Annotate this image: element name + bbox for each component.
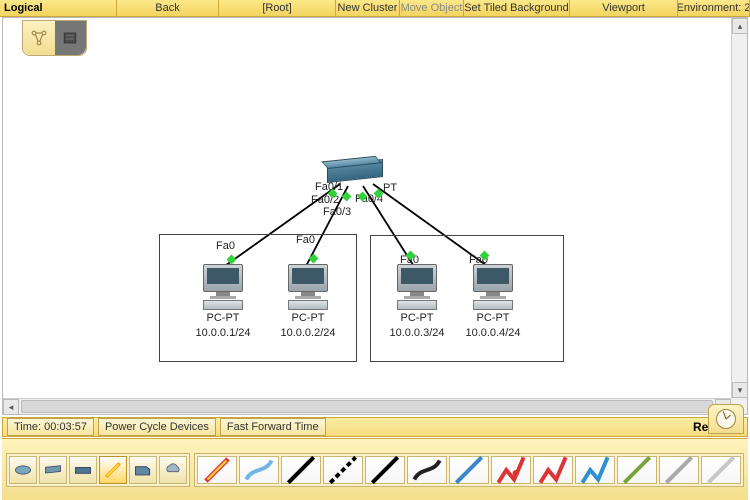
new-cluster-button[interactable]: New Cluster [336, 0, 400, 16]
conn-usb-icon[interactable] [659, 456, 699, 484]
scroll-thumb[interactable] [21, 400, 713, 413]
connection-type-group [194, 453, 744, 487]
pc-device-2[interactable]: PC-PT 10.0.0.3/24 [382, 264, 452, 339]
pc-device-1[interactable]: PC-PT 10.0.0.2/24 [273, 264, 343, 339]
conn-iot-icon[interactable] [617, 456, 657, 484]
link-status-icon [342, 192, 352, 202]
pc3-ip-label: 10.0.0.4/24 [458, 327, 528, 340]
conn-fiber-icon[interactable] [365, 456, 405, 484]
clock-icon [716, 409, 736, 429]
sim-time-label: Time: 00:03:57 [7, 418, 94, 436]
scroll-down-arrow[interactable]: ▾ [732, 382, 748, 398]
pc0-type-label: PC-PT [188, 312, 258, 325]
palette-wan-icon[interactable] [159, 456, 187, 484]
switch-port-3-label: Fa0/3 [323, 206, 351, 218]
links-layer [3, 18, 731, 398]
conn-coax-icon[interactable] [449, 456, 489, 484]
fast-forward-button[interactable]: Fast Forward Time [220, 418, 326, 436]
pc2-ip-label: 10.0.0.3/24 [382, 327, 452, 340]
pc-device-0[interactable]: PC-PT 10.0.0.1/24 [188, 264, 258, 339]
environment-button[interactable]: Environment: 2 [678, 0, 750, 16]
workspace-canvas[interactable]: Fa0/1 Fa0/2 Fa0/3 Fa0/4 PT Fa0 PC-PT 10.… [3, 18, 731, 398]
conn-extra-icon[interactable] [701, 456, 741, 484]
conn-cross-icon[interactable] [323, 456, 363, 484]
move-object-button[interactable]: Move Object [400, 0, 464, 16]
back-button[interactable]: Back [117, 0, 219, 16]
conn-auto-icon[interactable] [197, 456, 237, 484]
pc0-iface-label: Fa0 [216, 240, 235, 252]
conn-console-icon[interactable] [239, 456, 279, 484]
realtime-tab[interactable] [708, 404, 744, 434]
conn-straight-icon[interactable] [281, 456, 321, 484]
device-type-group [6, 453, 190, 487]
conn-octal-icon[interactable] [575, 456, 615, 484]
conn-serial-dte-icon[interactable] [533, 456, 573, 484]
pc-device-3[interactable]: PC-PT 10.0.0.4/24 [458, 264, 528, 339]
workspace-frame: Fa0/1 Fa0/2 Fa0/3 Fa0/4 PT Fa0 PC-PT 10.… [2, 17, 748, 415]
pc1-ip-label: 10.0.0.2/24 [273, 327, 343, 340]
time-bar: Time: 00:03:57 Power Cycle Devices Fast … [2, 417, 748, 437]
conn-phone-icon[interactable] [407, 456, 447, 484]
conn-serial-dce-icon[interactable] [491, 456, 531, 484]
pc3-type-label: PC-PT [458, 312, 528, 325]
scroll-up-arrow[interactable]: ▴ [732, 18, 748, 34]
top-toolbar: Logical Back [Root] New Cluster Move Obj… [0, 0, 750, 17]
set-background-button[interactable]: Set Tiled Background [464, 0, 570, 16]
root-button[interactable]: [Root] [219, 0, 336, 16]
palette-switch-icon[interactable] [39, 456, 67, 484]
palette-router-icon[interactable] [9, 456, 37, 484]
palette-connections-icon[interactable] [99, 456, 127, 484]
horizontal-scrollbar[interactable]: ◂ ▸ [3, 398, 731, 414]
viewport-button[interactable]: Viewport [570, 0, 678, 16]
logical-view-icon[interactable] [23, 21, 55, 55]
pc0-ip-label: 10.0.0.1/24 [188, 327, 258, 340]
scroll-left-arrow[interactable]: ◂ [3, 399, 19, 415]
power-cycle-button[interactable]: Power Cycle Devices [98, 418, 216, 436]
vertical-scrollbar[interactable]: ▴ ▾ [731, 18, 747, 398]
switch-type-label: PT [383, 182, 397, 194]
pc1-type-label: PC-PT [273, 312, 343, 325]
logical-physical-toggle[interactable] [22, 20, 87, 56]
physical-view-icon[interactable] [55, 21, 87, 55]
pc2-type-label: PC-PT [382, 312, 452, 325]
device-palette [2, 438, 748, 500]
logical-label: Logical [0, 0, 117, 16]
palette-hub-icon[interactable] [69, 456, 97, 484]
pc1-iface-label: Fa0 [296, 234, 315, 246]
palette-enddevices-icon[interactable] [129, 456, 157, 484]
